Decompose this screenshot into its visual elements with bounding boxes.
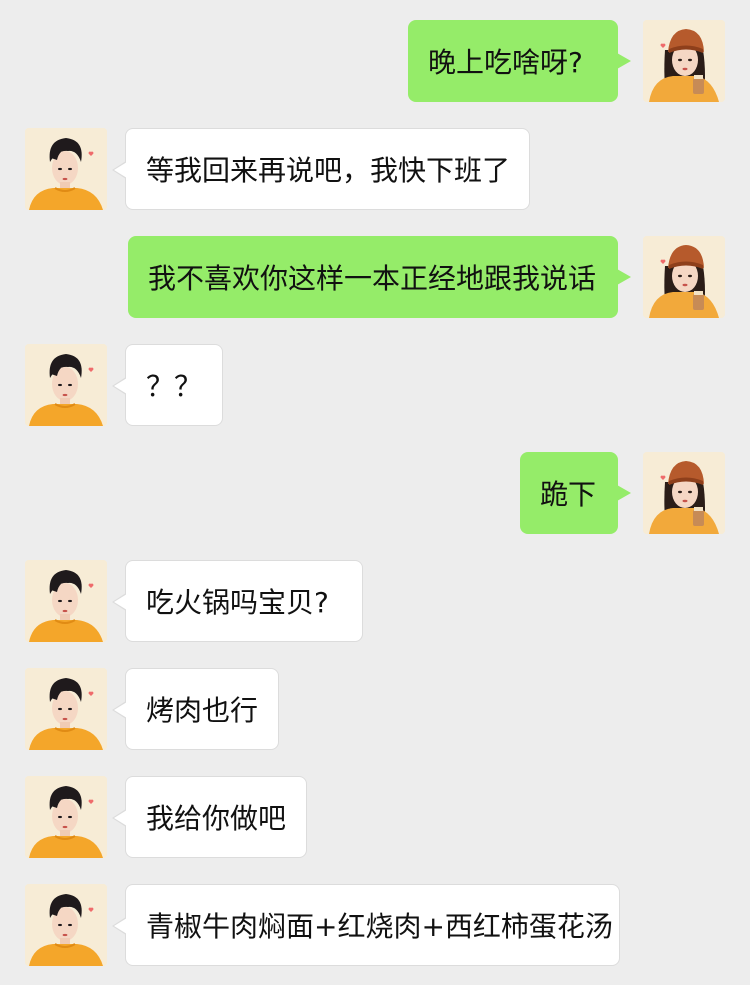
boy-avatar-icon[interactable]	[25, 884, 107, 966]
message-text: 吃火锅吗宝贝?	[146, 586, 329, 619]
message-row-outgoing: 跪下	[0, 452, 750, 534]
message-row-incoming: 等我回来再说吧，我快下班了	[0, 128, 750, 210]
message-row-incoming: 烤肉也行	[0, 668, 750, 750]
message-row-incoming: 我给你做吧	[0, 776, 750, 858]
message-text: 等我回来再说吧，我快下班了	[146, 154, 511, 187]
message-bubble-outgoing[interactable]: 晚上吃啥呀?	[408, 20, 631, 102]
message-bubble-incoming[interactable]: ？？	[112, 344, 223, 426]
message-text: 青椒牛肉焖面+红烧肉+西红柿蛋花汤	[146, 910, 613, 943]
message-text: 跪下	[540, 478, 597, 511]
boy-avatar-icon[interactable]	[25, 128, 107, 210]
chat-area: 晚上吃啥呀? 等我回来再说吧，我快下班了 我不喜欢你这样一本正经地跟我说话 ？？	[0, 0, 750, 985]
boy-avatar-icon[interactable]	[25, 776, 107, 858]
girl-avatar-icon[interactable]	[643, 20, 725, 102]
boy-avatar-icon[interactable]	[25, 344, 107, 426]
girl-avatar-icon[interactable]	[643, 452, 725, 534]
message-text: 我给你做吧	[146, 802, 287, 835]
message-bubble-incoming[interactable]: 烤肉也行	[112, 668, 279, 750]
message-text: ？？	[146, 370, 203, 403]
message-text: 烤肉也行	[146, 694, 259, 727]
boy-avatar-icon[interactable]	[25, 668, 107, 750]
message-bubble-incoming[interactable]: 吃火锅吗宝贝?	[112, 560, 363, 642]
message-row-incoming: ？？	[0, 344, 750, 426]
girl-avatar-icon[interactable]	[643, 236, 725, 318]
message-bubble-incoming[interactable]: 等我回来再说吧，我快下班了	[112, 128, 530, 210]
message-row-outgoing: 晚上吃啥呀?	[0, 20, 750, 102]
message-bubble-outgoing[interactable]: 我不喜欢你这样一本正经地跟我说话	[128, 236, 631, 318]
message-text: 晚上吃啥呀?	[428, 46, 583, 79]
message-row-incoming: 青椒牛肉焖面+红烧肉+西红柿蛋花汤	[0, 884, 750, 966]
boy-avatar-icon[interactable]	[25, 560, 107, 642]
message-text: 我不喜欢你这样一本正经地跟我说话	[148, 262, 597, 295]
message-bubble-incoming[interactable]: 青椒牛肉焖面+红烧肉+西红柿蛋花汤	[112, 884, 620, 966]
message-bubble-incoming[interactable]: 我给你做吧	[112, 776, 307, 858]
message-row-incoming: 吃火锅吗宝贝?	[0, 560, 750, 642]
message-bubble-outgoing[interactable]: 跪下	[520, 452, 631, 534]
message-row-outgoing: 我不喜欢你这样一本正经地跟我说话	[0, 236, 750, 318]
